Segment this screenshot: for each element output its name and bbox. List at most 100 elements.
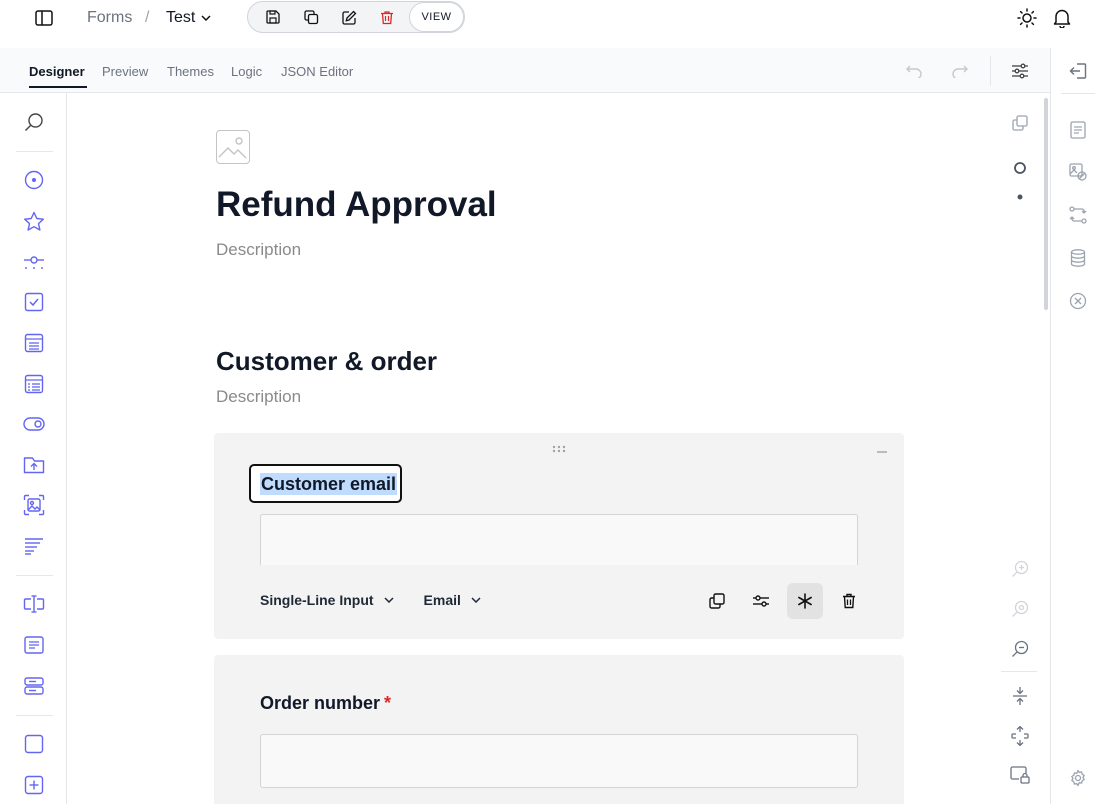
input-type-dropdown[interactable]: Email: [424, 585, 481, 615]
toolbox-image-picker[interactable]: [22, 493, 46, 517]
tab-json-editor[interactable]: JSON Editor: [281, 64, 353, 79]
toolbox-multiple-textboxes[interactable]: [22, 674, 46, 698]
checkbox-icon: [24, 292, 44, 312]
toolbox-rating[interactable]: [22, 209, 46, 233]
toolbox-slider[interactable]: [22, 250, 46, 274]
logo-placeholder[interactable]: [216, 130, 250, 164]
survey-settings-button[interactable]: [1008, 60, 1032, 82]
page-description[interactable]: Description: [216, 387, 301, 407]
question-card-order-number[interactable]: Order number *: [214, 655, 904, 804]
redo-button[interactable]: [948, 60, 972, 82]
theme-toggle-button[interactable]: [1015, 6, 1039, 30]
copy-icon: [1012, 115, 1028, 131]
expand-property-panel-button[interactable]: [1066, 59, 1090, 83]
sliders-icon: [1012, 63, 1028, 79]
toolbox-dynamic-panel[interactable]: [22, 773, 46, 797]
tabs-divider: [990, 56, 991, 86]
designer-settings-button[interactable]: [1066, 766, 1090, 790]
ranking-icon: [25, 538, 43, 555]
sidebar-toggle-icon[interactable]: [32, 6, 56, 30]
collapse-question-button[interactable]: [876, 445, 892, 459]
delete-question-button[interactable]: [831, 583, 867, 619]
canvas-scrollbar[interactable]: [1044, 98, 1048, 310]
survey-description[interactable]: Description: [216, 240, 301, 260]
tab-preview[interactable]: Preview: [102, 64, 148, 79]
tab-logic[interactable]: Logic: [231, 64, 262, 79]
breadcrumb-forms-link[interactable]: Forms: [87, 9, 132, 27]
undo-button[interactable]: [902, 60, 926, 82]
zoom-in-button[interactable]: [1008, 557, 1032, 581]
validation-tab[interactable]: [1066, 289, 1090, 313]
toolbox-multi-select-dropdown[interactable]: [22, 372, 46, 396]
zoom-out-icon: [1012, 640, 1029, 657]
redo-icon: [952, 65, 968, 78]
required-mark: *: [384, 693, 392, 713]
dropdown-icon: [24, 333, 44, 353]
expand-all-button[interactable]: [1008, 724, 1032, 748]
toolbox-boolean[interactable]: [22, 412, 46, 436]
multiple-textboxes-icon: [24, 677, 44, 695]
single-line-input-icon: [23, 595, 45, 613]
logo-settings-tab[interactable]: [1066, 160, 1090, 184]
question-adorners: Single-Line Input Email: [260, 585, 511, 615]
bell-icon: [1053, 9, 1071, 28]
toolbox-dropdown[interactable]: [22, 331, 46, 355]
breadcrumb-current-dropdown[interactable]: Test: [166, 9, 211, 27]
toolbox-single-line-input[interactable]: [22, 592, 46, 616]
collapse-all-button[interactable]: [1008, 684, 1032, 708]
survey-title[interactable]: Refund Approval: [216, 185, 497, 225]
save-button[interactable]: [254, 2, 292, 32]
toolbox-radiogroup[interactable]: [22, 168, 46, 192]
notifications-button[interactable]: [1050, 6, 1074, 30]
duplicate-page-button[interactable]: [1008, 111, 1032, 135]
question-toolbox: [0, 93, 67, 804]
panel-divider: [1061, 93, 1095, 94]
toolbox-panel[interactable]: [22, 732, 46, 756]
question-title-editor[interactable]: Customer email: [249, 464, 402, 503]
toolbox-divider: [16, 715, 53, 716]
edit-button[interactable]: [330, 2, 368, 32]
question-type-dropdown[interactable]: Single-Line Input: [260, 585, 394, 615]
toolbox-ranking[interactable]: [22, 534, 46, 558]
sun-icon: [1017, 8, 1037, 28]
question-type-label: Single-Line Input: [260, 592, 374, 608]
toolbox-file-upload[interactable]: [22, 453, 46, 477]
email-input-preview[interactable]: [260, 514, 858, 565]
page-navigator-page[interactable]: [1008, 185, 1032, 209]
input-type-label: Email: [423, 592, 461, 608]
toggle-required-button[interactable]: [787, 583, 823, 619]
question-settings-button[interactable]: [743, 583, 779, 619]
delete-button[interactable]: [368, 2, 406, 32]
lock-questions-button[interactable]: [1008, 763, 1032, 787]
toolbox-divider: [16, 575, 53, 576]
breadcrumb-separator: /: [145, 9, 150, 26]
breadcrumb-current-label: Test: [166, 9, 196, 26]
question-title-order-number[interactable]: Order number *: [260, 693, 391, 714]
edit-icon: [341, 10, 356, 25]
order-number-input-preview[interactable]: [260, 734, 858, 788]
zoom-out-button[interactable]: [1008, 637, 1032, 661]
page-navigator-current[interactable]: [1008, 156, 1032, 180]
tab-themes[interactable]: Themes: [167, 64, 214, 79]
drag-handle-icon[interactable]: [552, 445, 566, 453]
rating-icon: [24, 211, 44, 231]
toolbox-checkbox[interactable]: [22, 290, 46, 314]
duplicate-question-button[interactable]: [699, 583, 735, 619]
data-tab[interactable]: [1066, 246, 1090, 270]
tab-designer[interactable]: Designer: [29, 64, 85, 79]
toolbox-long-text[interactable]: [22, 633, 46, 657]
question-card-customer-email[interactable]: Customer email Single-Line Input Email: [214, 433, 904, 639]
page-title[interactable]: Customer & order: [216, 346, 437, 377]
general-settings-tab[interactable]: [1066, 118, 1090, 142]
zoom-reset-button[interactable]: [1008, 597, 1032, 621]
designer-tabs-bar: Designer Preview Themes Logic JSON Edito…: [0, 48, 1050, 93]
data-icon: [1070, 249, 1086, 267]
view-button[interactable]: VIEW: [409, 2, 464, 32]
page-dot-current-icon: [1014, 162, 1026, 174]
active-tab-indicator: [29, 86, 87, 88]
toolbox-search-button[interactable]: [22, 110, 46, 134]
question-title[interactable]: Customer email: [260, 472, 398, 495]
navigation-tab[interactable]: [1066, 203, 1090, 227]
top-bar: Forms / Test VIEW: [0, 0, 1104, 48]
duplicate-button[interactable]: [292, 2, 330, 32]
